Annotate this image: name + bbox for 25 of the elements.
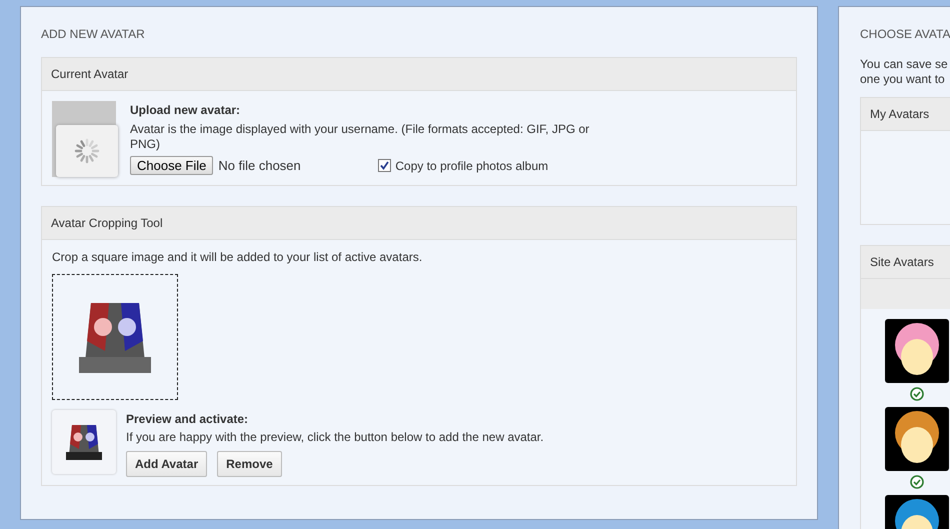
box-header: Site Avatars: [861, 246, 950, 279]
file-status: No file chosen: [218, 158, 302, 173]
siren-drawing: [79, 301, 151, 373]
upload-title: Upload new avatar:: [130, 103, 242, 117]
cartoon-avatar[interactable]: [885, 407, 949, 471]
siren-drawing: [66, 424, 102, 460]
intro-text: one you want to: [860, 72, 946, 87]
box-header: My Avatars: [861, 98, 950, 131]
preview-title: Preview and activate:: [126, 412, 250, 426]
box-header: Current Avatar: [42, 58, 796, 91]
box-header: Avatar Cropping Tool: [42, 207, 796, 240]
copy-checkbox[interactable]: [378, 159, 392, 172]
cartoon-avatar[interactable]: [885, 319, 949, 383]
choose-file-button[interactable]: Choose File: [130, 156, 214, 175]
checkbox-label: Copy to profile photos album: [395, 158, 548, 172]
crop-instruction: Crop a square image and it will be added to your list of active avatars.: [52, 250, 424, 264]
crop-area[interactable]: [52, 274, 178, 400]
panel-title: CHOOSE AVATA: [860, 27, 950, 41]
loading-spinner-icon: [56, 125, 118, 177]
action-button[interactable]: Remove: [217, 451, 282, 477]
upload-description: Avatar is the image displayed with your username. (File formats accepted: GIF, JPG or PNG): [130, 122, 590, 152]
panel-title: ADD NEW AVATAR: [41, 27, 146, 41]
preview-text: If you are happy with the preview, click the button below to add the new avatar.: [126, 430, 544, 444]
intro-text: You can save se: [860, 57, 949, 72]
action-button[interactable]: Add Avatar: [126, 451, 208, 477]
